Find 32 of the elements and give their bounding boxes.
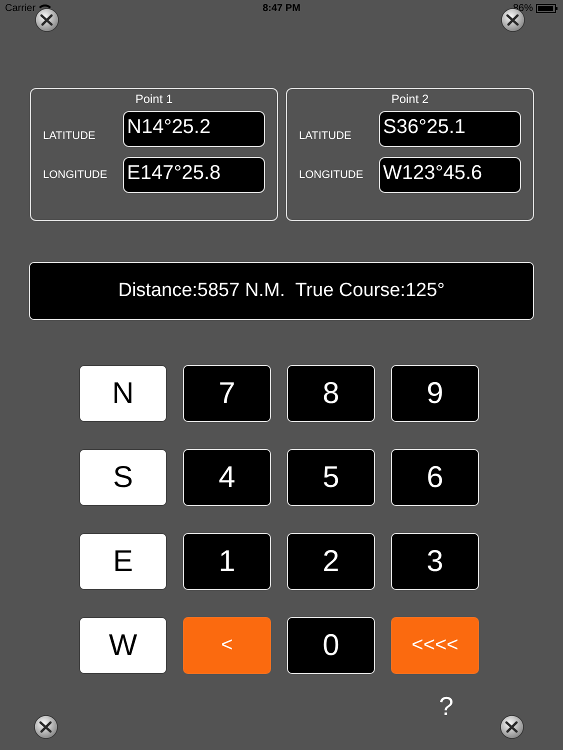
coordinate-field[interactable]: N14°25.2 xyxy=(123,111,265,147)
keypad-key[interactable]: 9 xyxy=(391,365,479,422)
status-time: 8:47 PM xyxy=(262,2,300,14)
field-label: LONGITUDE xyxy=(299,169,364,181)
field-label: LONGITUDE xyxy=(43,169,108,181)
screw-icon xyxy=(35,8,59,32)
coordinate-field[interactable]: E147°25.8 xyxy=(123,157,265,193)
keypad-key[interactable]: 2 xyxy=(287,533,375,590)
keypad-key[interactable]: S xyxy=(79,449,167,506)
coordinate-field[interactable]: S36°25.1 xyxy=(379,111,521,147)
battery-icon xyxy=(536,4,558,12)
help-button[interactable]: ? xyxy=(439,691,454,722)
keypad-key[interactable]: E xyxy=(79,533,167,590)
field-label: LATITUDE xyxy=(43,130,96,142)
screw-icon xyxy=(500,715,524,739)
keypad-key[interactable]: 3 xyxy=(391,533,479,590)
result-display: Distance:5857 N.M. True Course:125° xyxy=(29,262,534,320)
keypad-key[interactable]: 7 xyxy=(183,365,271,422)
keypad-key[interactable]: 8 xyxy=(287,365,375,422)
screw-icon xyxy=(34,715,58,739)
keypad-key[interactable]: 4 xyxy=(183,449,271,506)
point-title: Point 2 xyxy=(390,92,430,106)
point-title: Point 1 xyxy=(134,92,174,106)
keypad-key[interactable]: 5 xyxy=(287,449,375,506)
field-label: LATITUDE xyxy=(299,130,352,142)
carrier-name: Carrier xyxy=(5,2,36,14)
keypad-key[interactable]: 6 xyxy=(391,449,479,506)
keypad-key[interactable]: W xyxy=(79,617,167,674)
coordinate-field[interactable]: W123°45.6 xyxy=(379,157,521,193)
keypad-key[interactable]: 0 xyxy=(287,617,375,674)
keypad-key[interactable]: N xyxy=(79,365,167,422)
keypad-key[interactable]: 1 xyxy=(183,533,271,590)
